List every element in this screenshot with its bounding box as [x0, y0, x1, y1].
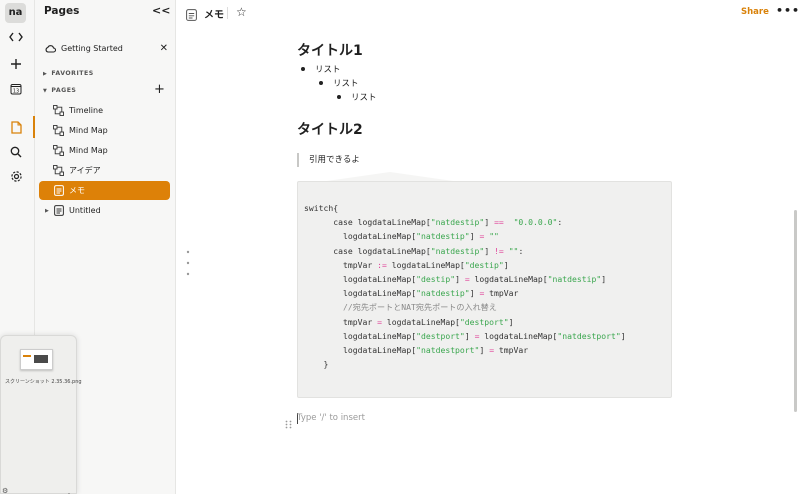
close-icon[interactable]: ✕ — [160, 43, 168, 54]
blockquote[interactable]: 引用できるよ — [297, 153, 360, 167]
thumbnail-block — [34, 355, 48, 363]
sidebar-item-label: アイデア — [69, 166, 101, 175]
sidebar-item-label: Mind Map — [69, 146, 108, 155]
cloud-icon — [45, 44, 56, 53]
document-icon — [186, 6, 197, 25]
more-options-icon[interactable]: ••• — [776, 4, 800, 17]
document-icon — [53, 205, 64, 216]
page-title: メモ — [204, 10, 224, 21]
thumbnail-accent — [23, 355, 31, 357]
sidebar-item-label: Mind Map — [69, 126, 108, 135]
favorites-section[interactable]: ▶ FAVORITES — [43, 70, 94, 77]
file-preview-popup: スクリーンショット 2.35.36.png ⚙ — [0, 335, 82, 494]
list-item[interactable]: リスト — [319, 77, 359, 89]
map-icon — [53, 145, 64, 156]
svg-text:13: 13 — [13, 89, 19, 95]
app-window: na 13 Pages << Getting Started ✕ ▶ FAVOR… — [0, 0, 800, 494]
workspace-badge[interactable]: na — [5, 3, 26, 23]
chevron-right-icon[interactable]: ▶ — [45, 208, 49, 214]
star-icon[interactable]: ☆ — [236, 5, 247, 19]
sidebar-item-label: メモ — [69, 186, 85, 195]
chevron-right-icon: ▶ — [43, 70, 48, 77]
calendar-icon[interactable]: 13 — [6, 80, 26, 98]
list-item[interactable]: リスト — [337, 91, 377, 103]
map-icon — [53, 165, 64, 176]
list-item[interactable]: リスト — [301, 63, 341, 75]
code-text[interactable]: switch{ case logdataLineMap["natdestip"]… — [304, 201, 626, 371]
collapse-sidebar-button[interactable]: << — [152, 4, 170, 17]
screenshot-thumbnail[interactable] — [20, 349, 53, 370]
divider — [227, 7, 228, 19]
sidebar-item-mindmap-2[interactable]: Mind Map — [39, 141, 170, 160]
map-icon — [53, 105, 64, 116]
search-icon[interactable] — [6, 143, 26, 161]
sidebar-item-timeline[interactable]: Timeline — [39, 101, 170, 120]
drag-handle-icon[interactable] — [285, 414, 292, 433]
pages-section[interactable]: ▼ PAGES — [43, 87, 76, 94]
chevron-down-icon: ▼ — [43, 87, 48, 94]
sidebar-item-memo[interactable]: メモ — [39, 181, 170, 200]
sidebar-item-mindmap[interactable]: Mind Map — [39, 121, 170, 140]
settings-icon[interactable] — [6, 167, 26, 185]
sidebar-item-untitled[interactable]: ▶ Untitled — [39, 201, 170, 220]
scrollbar[interactable] — [794, 210, 797, 412]
document-icon — [53, 185, 64, 196]
sidebar-item-idea[interactable]: アイデア — [39, 161, 170, 180]
share-button[interactable]: Share — [741, 7, 769, 17]
code-brackets-icon[interactable] — [6, 28, 26, 46]
favorites-label: FAVORITES — [51, 70, 94, 77]
sidebar-item-label: Untitled — [69, 206, 101, 215]
getting-started-label: Getting Started — [61, 43, 123, 53]
map-icon — [53, 125, 64, 136]
heading-1[interactable]: タイトル1 — [297, 40, 363, 60]
plus-icon[interactable] — [6, 55, 26, 73]
heading-2[interactable]: タイトル2 — [297, 119, 363, 139]
getting-started-item[interactable]: Getting Started ✕ — [39, 38, 171, 58]
add-page-button[interactable]: + — [154, 83, 165, 96]
sidebar-title: Pages — [44, 5, 80, 17]
insert-placeholder[interactable]: Type '/' to insert — [297, 413, 365, 423]
trash-icon[interactable] — [65, 486, 73, 494]
pages-label: PAGES — [51, 87, 77, 94]
document-icon[interactable] — [6, 118, 26, 136]
code-block[interactable]: switch{ case logdataLineMap["natdestip"]… — [297, 181, 672, 398]
document-header: メモ ☆ Share ••• — [176, 0, 800, 27]
block-handle-icon[interactable] — [186, 250, 190, 282]
gear-icon[interactable]: ⚙ — [2, 487, 8, 494]
sidebar-item-label: Timeline — [69, 106, 104, 115]
file-name: スクリーンショット 2.35.36.png — [5, 379, 82, 385]
